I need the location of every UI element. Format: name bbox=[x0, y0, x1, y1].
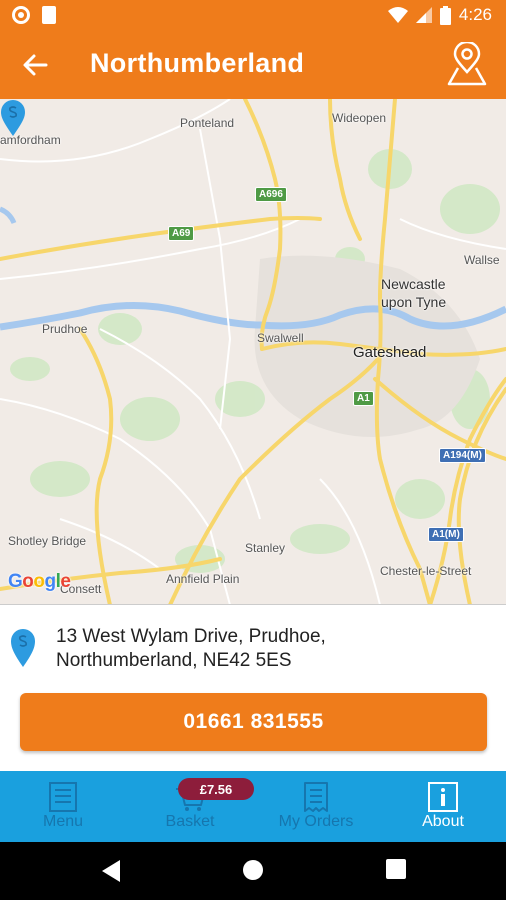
map-marker-icon[interactable] bbox=[0, 99, 26, 137]
wifi-icon bbox=[387, 7, 408, 23]
tab-menu-label: Menu bbox=[42, 813, 84, 830]
location-pin-icon[interactable] bbox=[446, 42, 488, 86]
road-tag-a1m: A1(M) bbox=[428, 527, 464, 542]
receipt-icon bbox=[304, 782, 328, 812]
system-nav-bar bbox=[0, 842, 506, 900]
map-label-wallsend: Wallse bbox=[464, 253, 500, 267]
tab-basket-label: Basket bbox=[165, 813, 215, 830]
road-tag-a69: A69 bbox=[168, 226, 195, 241]
map-label-annfield-plain: Annfield Plain bbox=[166, 572, 240, 586]
nav-home-icon[interactable] bbox=[242, 859, 264, 881]
status-bar: 4:26 bbox=[0, 0, 506, 30]
status-time: 4:26 bbox=[458, 5, 492, 24]
map-label-gateshead: Gateshead bbox=[353, 344, 427, 361]
tab-about-label: About bbox=[422, 813, 464, 830]
sd-card-icon bbox=[42, 6, 56, 24]
road-tag-a696: A696 bbox=[255, 187, 287, 202]
map-label-chester-le-street: Chester-le-Street bbox=[380, 564, 472, 578]
tab-my-orders-label: My Orders bbox=[278, 813, 354, 830]
nav-back-icon[interactable] bbox=[100, 859, 122, 883]
bottom-tab-bar: £7.56 Menu Basket My Orders About bbox=[0, 771, 506, 842]
nav-recents-icon[interactable] bbox=[386, 859, 406, 879]
app-bar: Northumberland bbox=[0, 30, 506, 99]
address-section: 13 West Wylam Drive, Prudhoe, Northumber… bbox=[0, 606, 506, 686]
location-marker-icon bbox=[11, 629, 35, 667]
signal-icon bbox=[415, 7, 432, 23]
page-title: Northumberland bbox=[90, 48, 305, 78]
google-logo: Google bbox=[8, 571, 71, 592]
call-phone-button[interactable]: 01661 831555 bbox=[20, 693, 487, 751]
tab-my-orders[interactable]: My Orders bbox=[253, 771, 379, 842]
address-line-2: Northumberland, NE42 5ES bbox=[56, 650, 292, 671]
tab-about[interactable]: About bbox=[380, 771, 506, 842]
tab-menu[interactable]: Menu bbox=[0, 771, 126, 842]
map-label-swalwell: Swalwell bbox=[257, 331, 304, 345]
battery-icon bbox=[439, 5, 451, 25]
map-label-newcastle-line1: Newcastle bbox=[381, 276, 446, 292]
notification-circle-icon bbox=[12, 6, 30, 24]
back-arrow-icon[interactable] bbox=[20, 50, 50, 80]
map-view[interactable]: Ponteland Wideopen amfordham Wallse Newc… bbox=[0, 99, 506, 605]
address-line-1: 13 West Wylam Drive, Prudhoe, bbox=[56, 626, 326, 647]
map-label-shotley-bridge: Shotley Bridge bbox=[8, 534, 87, 548]
map-label-ponteland: Ponteland bbox=[180, 116, 235, 130]
basket-total-badge: £7.56 bbox=[178, 778, 254, 800]
road-tag-a194m: A194(M) bbox=[439, 448, 486, 463]
map-label-prudhoe: Prudhoe bbox=[42, 322, 88, 336]
road-tag-a1: A1 bbox=[353, 391, 374, 406]
info-icon bbox=[428, 782, 458, 812]
map-label-wideopen: Wideopen bbox=[332, 111, 387, 125]
map-label-newcastle-line2: upon Tyne bbox=[381, 294, 447, 310]
menu-icon bbox=[49, 782, 77, 812]
map-label-stanley: Stanley bbox=[245, 541, 286, 555]
